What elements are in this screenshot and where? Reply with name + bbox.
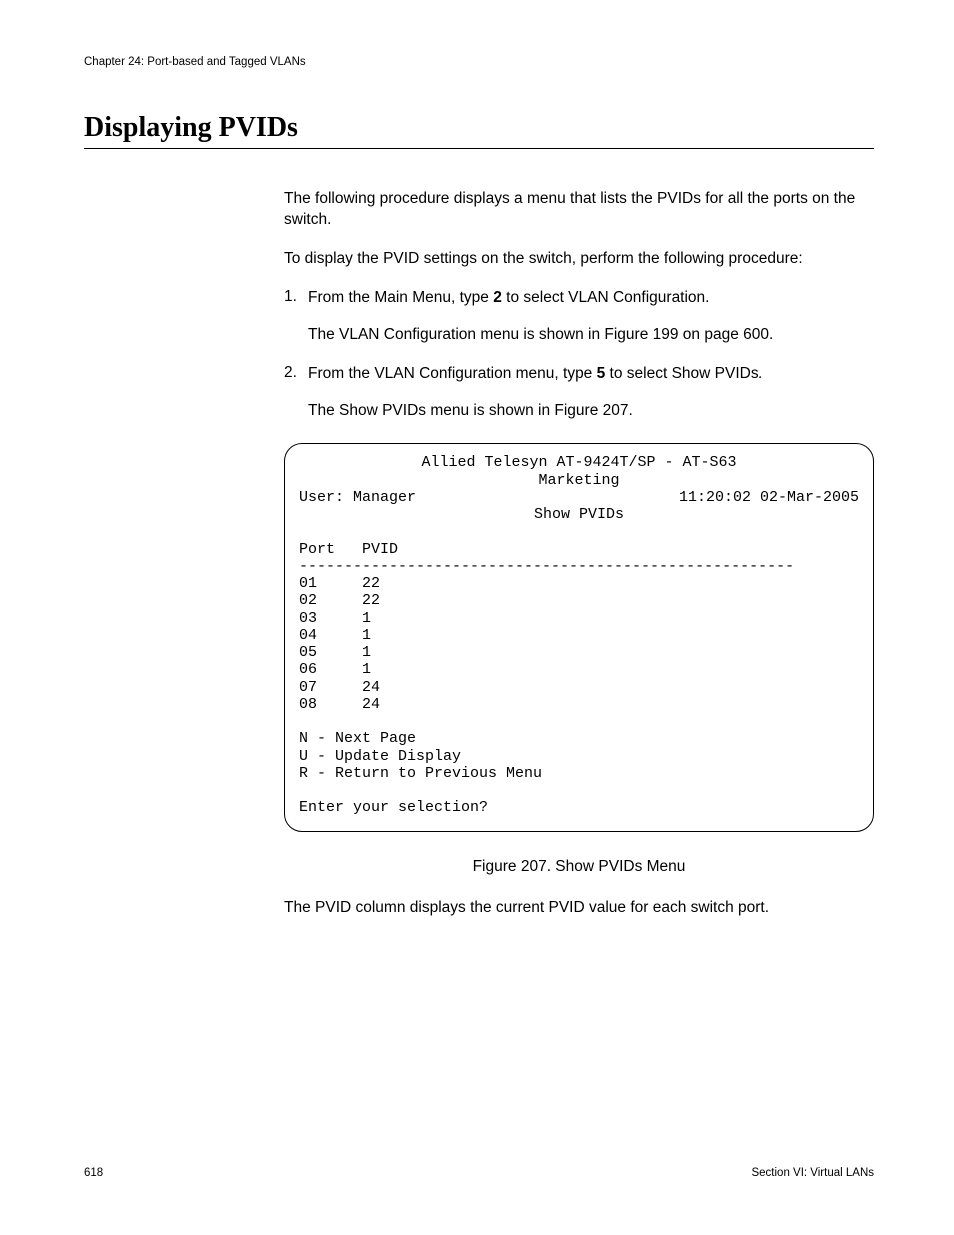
terminal-row: 06 1: [299, 661, 371, 678]
step-text: From the Main Menu, type 2 to select VLA…: [308, 288, 709, 309]
terminal-output: Allied Telesyn AT-9424T/SP - AT-S63Marke…: [284, 443, 874, 831]
terminal-option-r: R - Return to Previous Menu: [299, 765, 542, 782]
terminal-title: Allied Telesyn AT-9424T/SP - AT-S63: [299, 454, 859, 471]
terminal-row: 03 1: [299, 610, 371, 627]
step2-post-a: to select Show PVIDs: [605, 365, 758, 382]
terminal-user-row: User: Manager 11:20:02 02-Mar-2005: [299, 489, 859, 506]
step-2: 2. From the VLAN Configuration menu, typ…: [284, 364, 874, 385]
figure-caption: Figure 207. Show PVIDs Menu: [284, 858, 874, 876]
step-text: From the VLAN Configuration menu, type 5…: [308, 364, 763, 385]
terminal-screen-name: Show PVIDs: [299, 506, 859, 523]
step2-pre: From the VLAN Configuration menu, type: [308, 365, 597, 382]
terminal-row: 07 24: [299, 679, 380, 696]
terminal-option-u: U - Update Display: [299, 748, 461, 765]
section-title: Displaying PVIDs: [84, 112, 874, 149]
step1-pre: From the Main Menu, type: [308, 289, 493, 306]
terminal-option-n: N - Next Page: [299, 730, 416, 747]
step-number: 2.: [284, 364, 308, 385]
section-label: Section VI: Virtual LANs: [751, 1167, 874, 1179]
step1-post: to select VLAN Configuration.: [502, 289, 710, 306]
terminal-divider: ----------------------------------------…: [299, 558, 794, 575]
lead-paragraph: To display the PVID settings on the swit…: [284, 249, 874, 270]
page-footer: 618 Section VI: Virtual LANs: [84, 1167, 874, 1179]
terminal-col-header: Port PVID: [299, 541, 398, 558]
terminal-row: 04 1: [299, 627, 371, 644]
step-number: 1.: [284, 288, 308, 309]
chapter-header: Chapter 24: Port-based and Tagged VLANs: [84, 56, 874, 68]
terminal-timestamp: 11:20:02 02-Mar-2005: [679, 489, 859, 506]
step-2-sub: The Show PVIDs menu is shown in Figure 2…: [308, 401, 874, 422]
terminal-subtitle: Marketing: [299, 472, 859, 489]
step2-bold: 5: [597, 365, 606, 382]
step-1: 1. From the Main Menu, type 2 to select …: [284, 288, 874, 309]
step2-post-b: .: [759, 365, 763, 382]
terminal-row: 05 1: [299, 644, 371, 661]
intro-paragraph: The following procedure displays a menu …: [284, 189, 874, 231]
terminal-prompt: Enter your selection?: [299, 799, 488, 816]
step1-bold: 2: [493, 289, 502, 306]
page: Chapter 24: Port-based and Tagged VLANs …: [0, 0, 954, 1235]
terminal-row: 01 22: [299, 575, 380, 592]
closing-paragraph: The PVID column displays the current PVI…: [284, 898, 874, 919]
step-1-sub: The VLAN Configuration menu is shown in …: [308, 325, 874, 346]
terminal-row: 02 22: [299, 592, 380, 609]
body-column: The following procedure displays a menu …: [284, 189, 874, 919]
terminal-row: 08 24: [299, 696, 380, 713]
page-number: 618: [84, 1167, 103, 1179]
terminal-user: User: Manager: [299, 489, 416, 506]
